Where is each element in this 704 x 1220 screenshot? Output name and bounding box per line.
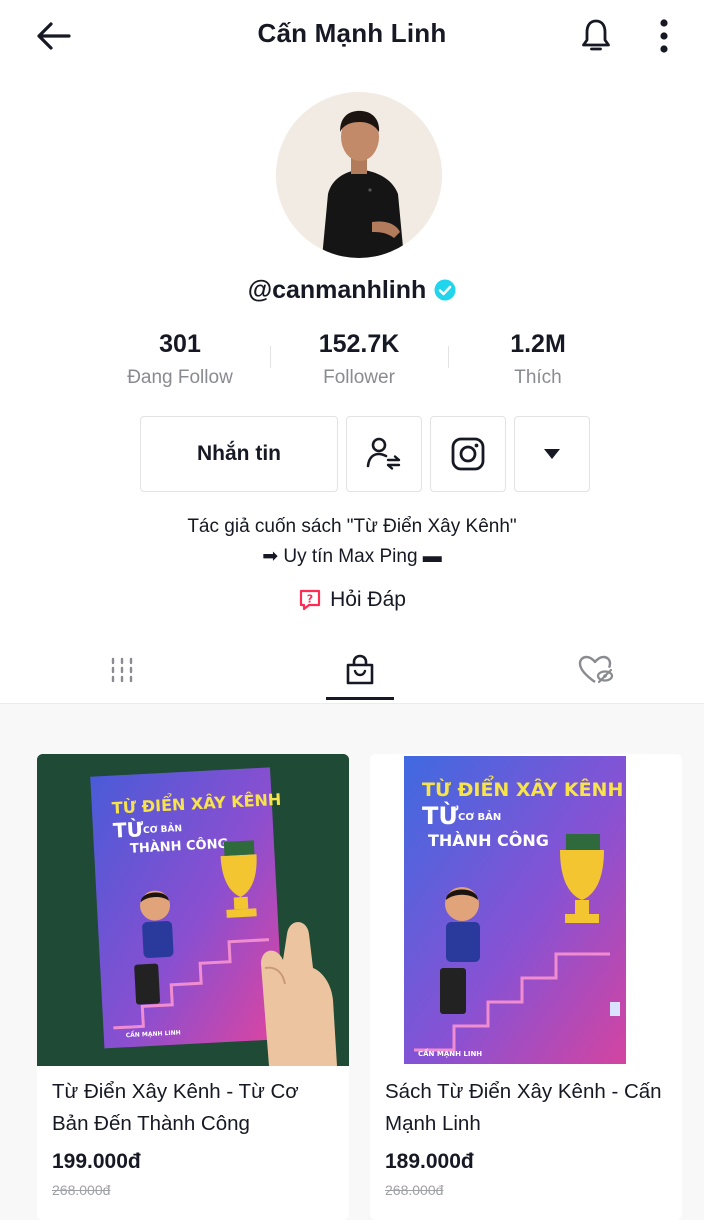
content-tabs bbox=[0, 636, 704, 704]
cover-author: CẤN MẠNH LINH bbox=[418, 1048, 482, 1058]
shopping-bag-icon bbox=[346, 654, 374, 685]
caret-down-icon bbox=[544, 449, 560, 459]
cover-from: TỪ bbox=[422, 800, 458, 830]
product-title: Sách Từ Điển Xây Kênh - Cấn Mạnh Linh bbox=[385, 1080, 662, 1135]
question-chat-icon: ? bbox=[299, 589, 321, 611]
cover-subtitle-big: THÀNH CÔNG bbox=[428, 831, 549, 850]
message-button[interactable]: Nhắn tin bbox=[140, 416, 338, 492]
profile-stats: 301 Đang Follow 152.7K Follower 1.2M Thí… bbox=[0, 326, 704, 398]
verified-badge-icon bbox=[434, 279, 456, 301]
tab-liked-private[interactable] bbox=[536, 636, 656, 704]
followers-count: 152.7K bbox=[318, 330, 400, 358]
more-options-button[interactable] bbox=[640, 14, 688, 58]
heart-hidden-icon bbox=[578, 655, 614, 684]
handle-row: @canmanhlinh bbox=[0, 272, 704, 308]
more-vertical-icon bbox=[660, 19, 668, 53]
suggested-accounts-button[interactable] bbox=[514, 416, 590, 492]
follow-toggle-button[interactable] bbox=[346, 416, 422, 492]
product-original-price: 268.000đ bbox=[385, 1182, 444, 1198]
product-image: TỪ ĐIỂN XÂY KÊNH TỪ CƠ BẢN THÀNH CÔNG CẤ… bbox=[37, 754, 349, 1066]
likes-stat[interactable]: 1.2M Thích bbox=[448, 326, 628, 394]
following-label: Đang Follow bbox=[127, 367, 233, 388]
product-original-price: 268.000đ bbox=[52, 1182, 111, 1198]
bio-line: ➡ Uy tín Max Ping ▬ bbox=[262, 546, 442, 567]
instagram-icon bbox=[451, 437, 485, 471]
tab-videos[interactable] bbox=[62, 636, 182, 704]
product-title: Từ Điển Xây Kênh - Từ Cơ Bản Đến Thành C… bbox=[52, 1080, 299, 1135]
followers-stat[interactable]: 152.7K Follower bbox=[269, 326, 449, 394]
followers-label: Follower bbox=[323, 367, 395, 388]
product-image: TỪ ĐIỂN XÂY KÊNH TỪ CƠ BẢN THÀNH CÔNG CẤ… bbox=[370, 754, 682, 1066]
username-handle: @canmanhlinh bbox=[247, 275, 427, 304]
following-stat[interactable]: 301 Đang Follow bbox=[90, 326, 270, 394]
product-card[interactable]: TỪ ĐIỂN XÂY KÊNH TỪ CƠ BẢN THÀNH CÔNG CẤ… bbox=[37, 754, 349, 1220]
svg-text:?: ? bbox=[307, 593, 313, 606]
qa-label: Hỏi Đáp bbox=[330, 588, 406, 611]
user-follow-icon bbox=[366, 437, 401, 470]
book-photo: TỪ ĐIỂN XÂY KÊNH TỪ CƠ BẢN THÀNH CÔNG CẤ… bbox=[37, 754, 349, 1066]
likes-label: Thích bbox=[514, 367, 562, 388]
qa-link[interactable]: ? Hỏi Đáp bbox=[0, 583, 704, 617]
top-bar: Cấn Mạnh Linh bbox=[0, 0, 704, 72]
bio-line: Tác giả cuốn sách "Từ Điển Xây Kênh" bbox=[187, 516, 517, 537]
bell-icon bbox=[582, 19, 610, 51]
avatar-photo bbox=[276, 92, 442, 258]
book-cover-image: TỪ ĐIỂN XÂY KÊNH TỪ CƠ BẢN THÀNH CÔNG CẤ… bbox=[370, 754, 682, 1066]
grid-icon bbox=[111, 657, 133, 683]
active-tab-indicator bbox=[326, 697, 394, 700]
following-count: 301 bbox=[159, 330, 201, 358]
product-grid: TỪ ĐIỂN XÂY KÊNH TỪ CƠ BẢN THÀNH CÔNG CẤ… bbox=[0, 704, 704, 1220]
product-price: 199.000đ bbox=[52, 1150, 141, 1173]
product-price: 189.000đ bbox=[385, 1150, 474, 1173]
likes-count: 1.2M bbox=[510, 330, 566, 358]
avatar[interactable] bbox=[276, 92, 442, 258]
cover-from: TỪ bbox=[112, 817, 144, 843]
cover-title: TỪ ĐIỂN XÂY KÊNH bbox=[422, 775, 623, 801]
tab-shop[interactable] bbox=[300, 636, 420, 704]
profile-bio: Tác giả cuốn sách "Từ Điển Xây Kênh" ➡ U… bbox=[0, 512, 704, 572]
product-card[interactable]: TỪ ĐIỂN XÂY KÊNH TỪ CƠ BẢN THÀNH CÔNG CẤ… bbox=[370, 754, 682, 1220]
notification-button[interactable] bbox=[572, 14, 620, 58]
cover-subtitle-small: CƠ BẢN bbox=[458, 809, 501, 823]
instagram-button[interactable] bbox=[430, 416, 506, 492]
